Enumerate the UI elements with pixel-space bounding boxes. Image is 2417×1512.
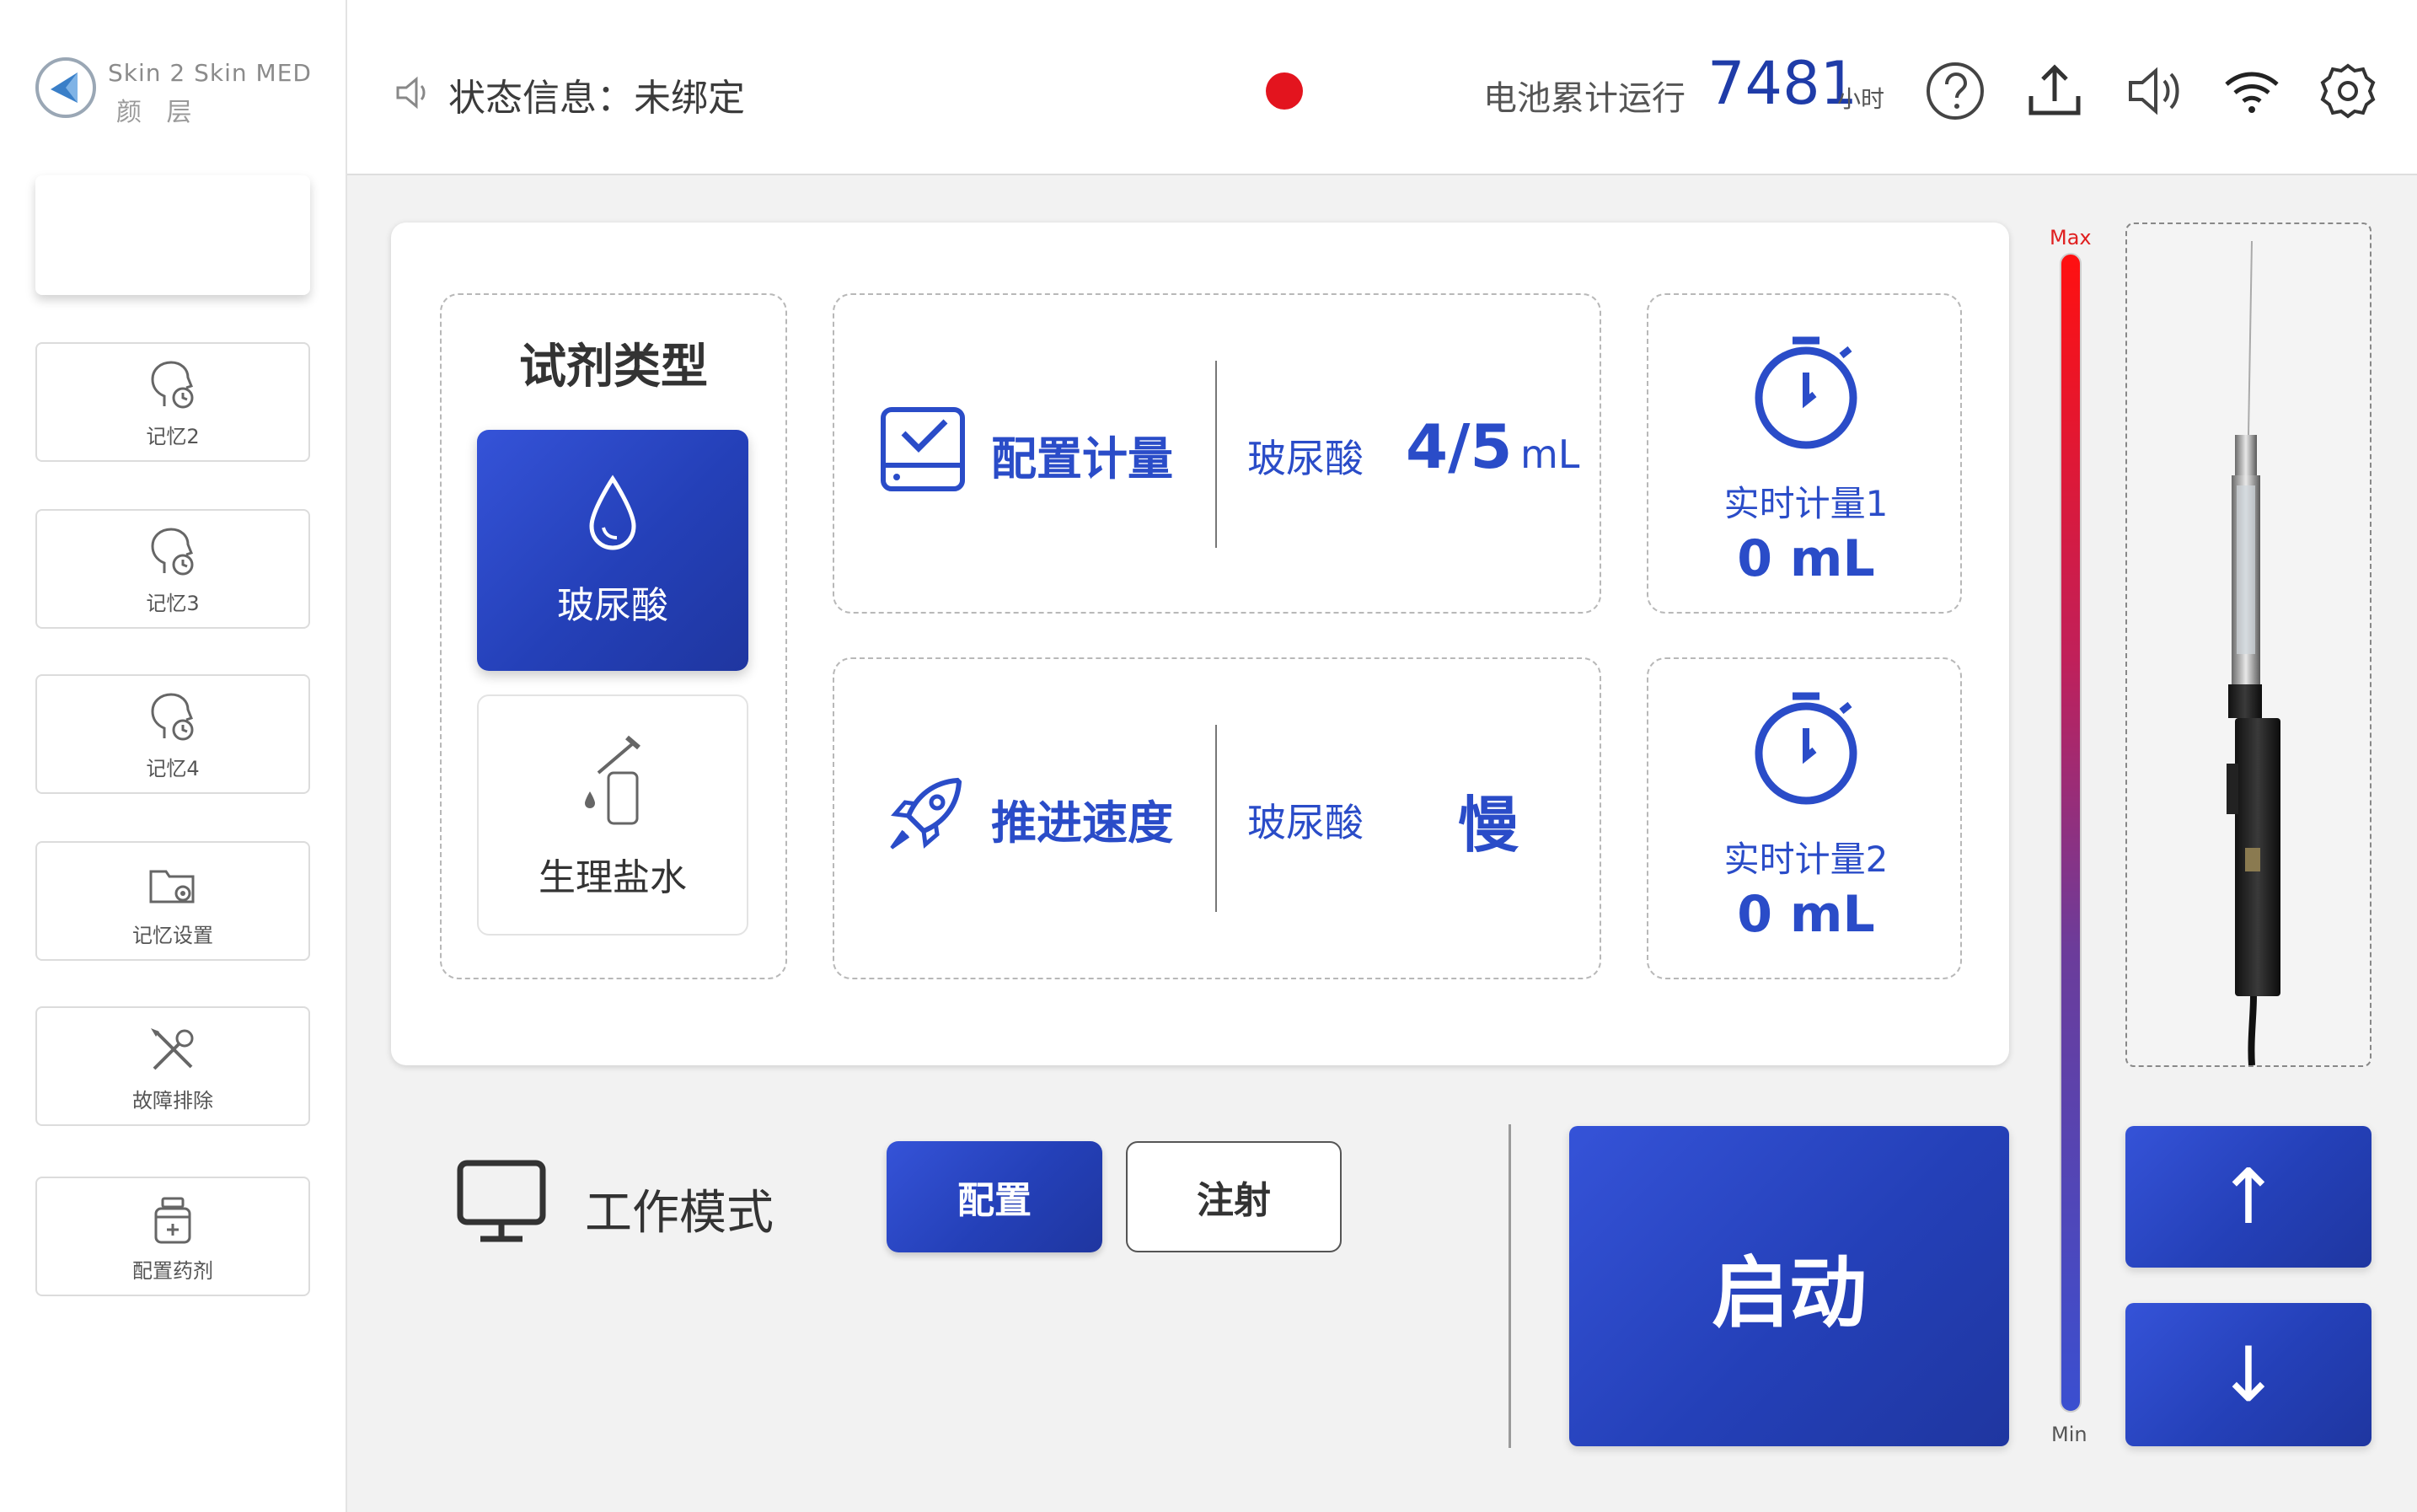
header: 状态信息：未绑定 电池累计运行 7481 小时 — [347, 0, 2417, 175]
reagent-saline-button[interactable]: 生理盐水 — [477, 694, 748, 936]
brand-logo: Skin 2 Skin MED 颜 层 — [32, 54, 319, 130]
sidebar-item-memory-3[interactable]: 记忆3 — [35, 509, 310, 629]
mode-inject-button[interactable]: 注射 — [1126, 1141, 1342, 1252]
down-arrow-icon: ↓ — [2216, 1330, 2280, 1419]
sidebar-item-memory-settings[interactable]: 记忆设置 — [35, 841, 310, 961]
upload-icon[interactable] — [2023, 59, 2087, 123]
dose-unit: mL — [1520, 432, 1580, 477]
battery-label: 电池累计运行 — [1483, 79, 1685, 118]
help-icon[interactable] — [1923, 59, 1987, 123]
move-down-button[interactable]: ↓ — [2125, 1303, 2371, 1446]
sidebar-item-memory-2[interactable]: 记忆2 — [35, 342, 310, 462]
logo-line1: Skin 2 Skin MED — [108, 59, 312, 87]
folder-gear-icon — [149, 870, 195, 903]
sidebar-item-label: 记忆1 — [146, 257, 200, 281]
realtime-meter-1-value: 0 mL — [1737, 529, 1875, 588]
syringe-preview — [2125, 223, 2371, 1067]
divider — [1215, 361, 1217, 548]
gauge-min-label: Min — [2051, 1423, 2087, 1446]
reagent-title: 试剂类型 — [519, 340, 708, 394]
realtime-meter-2: 实时计量2 0 mL — [1647, 657, 1962, 979]
divider — [1509, 1124, 1511, 1448]
dose-config-panel[interactable]: 配置计量 玻尿酸 4/5 mL — [833, 293, 1601, 614]
stopwatch-icon — [1755, 336, 1857, 449]
level-gauge — [2060, 253, 2082, 1413]
volume-icon[interactable] — [2124, 59, 2188, 123]
speaker-icon — [396, 76, 426, 110]
dropper-bottle-icon — [585, 735, 640, 825]
status-indicator — [1266, 72, 1303, 110]
sidebar-item-memory-4[interactable]: 记忆4 — [35, 674, 310, 794]
status-text: 状态信息：未绑定 — [448, 77, 745, 120]
work-mode-label: 工作模式 — [585, 1186, 774, 1241]
dose-reagent-label: 玻尿酸 — [1247, 436, 1364, 481]
sidebar-item-label: 记忆设置 — [132, 923, 213, 947]
realtime-meter-1: 实时计量1 0 mL — [1647, 293, 1962, 614]
up-arrow-icon: ↑ — [2216, 1152, 2280, 1241]
medicine-bottle-icon — [154, 1197, 191, 1243]
settings-icon[interactable] — [2316, 59, 2380, 123]
sidebar-item-label: 配置药剂 — [132, 1258, 213, 1283]
battery-unit: 小时 — [1837, 85, 1885, 113]
sidebar-item-troubleshoot[interactable]: 故障排除 — [35, 1006, 310, 1126]
reagent-hyaluronic-button[interactable]: 玻尿酸 — [477, 430, 748, 671]
head-clock-icon — [151, 527, 194, 575]
stopwatch-icon — [1755, 692, 1857, 805]
rocket-icon — [890, 777, 962, 850]
logo-line2: 颜 层 — [116, 98, 201, 127]
monitor-icon — [457, 1160, 546, 1242]
speed-config-panel[interactable]: 推进速度 玻尿酸 慢 — [833, 657, 1601, 979]
droplet-icon — [589, 475, 636, 550]
divider — [1215, 725, 1217, 912]
realtime-meter-2-value: 0 mL — [1737, 885, 1875, 944]
reagent-option-label: 生理盐水 — [539, 856, 687, 899]
head-clock-icon — [151, 692, 194, 740]
wifi-icon[interactable] — [2220, 59, 2284, 123]
head-clock-icon — [151, 193, 194, 241]
sidebar-item-label: 记忆2 — [146, 424, 200, 448]
sidebar-item-memory-1[interactable]: 记忆1 — [35, 175, 310, 295]
syringe-image — [2227, 240, 2280, 1065]
speed-reagent-label: 玻尿酸 — [1247, 800, 1364, 845]
sidebar: Skin 2 Skin MED 颜 层 记忆1 记忆2 记忆3 记忆4 记忆设置… — [0, 0, 347, 1512]
sidebar-item-label: 记忆4 — [146, 756, 200, 780]
speed-value: 慢 — [1458, 790, 1519, 861]
main-card: 试剂类型 玻尿酸 生理盐水 配置计量 玻尿酸 4/5 mL 推进速度 玻尿酸 慢… — [391, 223, 2009, 1065]
head-clock-icon — [151, 360, 194, 408]
realtime-meter-2-label: 实时计量2 — [1723, 839, 1889, 880]
start-button[interactable]: 启动 — [1569, 1126, 2009, 1446]
dose-value: 4/5 — [1406, 411, 1513, 482]
mode-config-button[interactable]: 配置 — [887, 1141, 1102, 1252]
move-up-button[interactable]: ↑ — [2125, 1126, 2371, 1268]
sidebar-item-configure-medicine[interactable]: 配置药剂 — [35, 1177, 310, 1296]
tools-icon — [151, 1027, 194, 1070]
speed-config-label: 推进速度 — [991, 796, 1173, 850]
gauge-max-label: Max — [2050, 226, 2092, 249]
sidebar-item-label: 故障排除 — [132, 1088, 213, 1113]
reagent-panel: 试剂类型 玻尿酸 生理盐水 — [440, 293, 787, 979]
dose-config-label: 配置计量 — [991, 432, 1173, 485]
battery-value: 7481 — [1707, 49, 1858, 118]
reagent-option-label: 玻尿酸 — [557, 584, 668, 627]
sidebar-item-label: 记忆3 — [146, 591, 200, 615]
realtime-meter-1-label: 实时计量1 — [1723, 483, 1889, 524]
checklist-monitor-icon — [881, 407, 965, 491]
logo-icon — [35, 57, 96, 118]
